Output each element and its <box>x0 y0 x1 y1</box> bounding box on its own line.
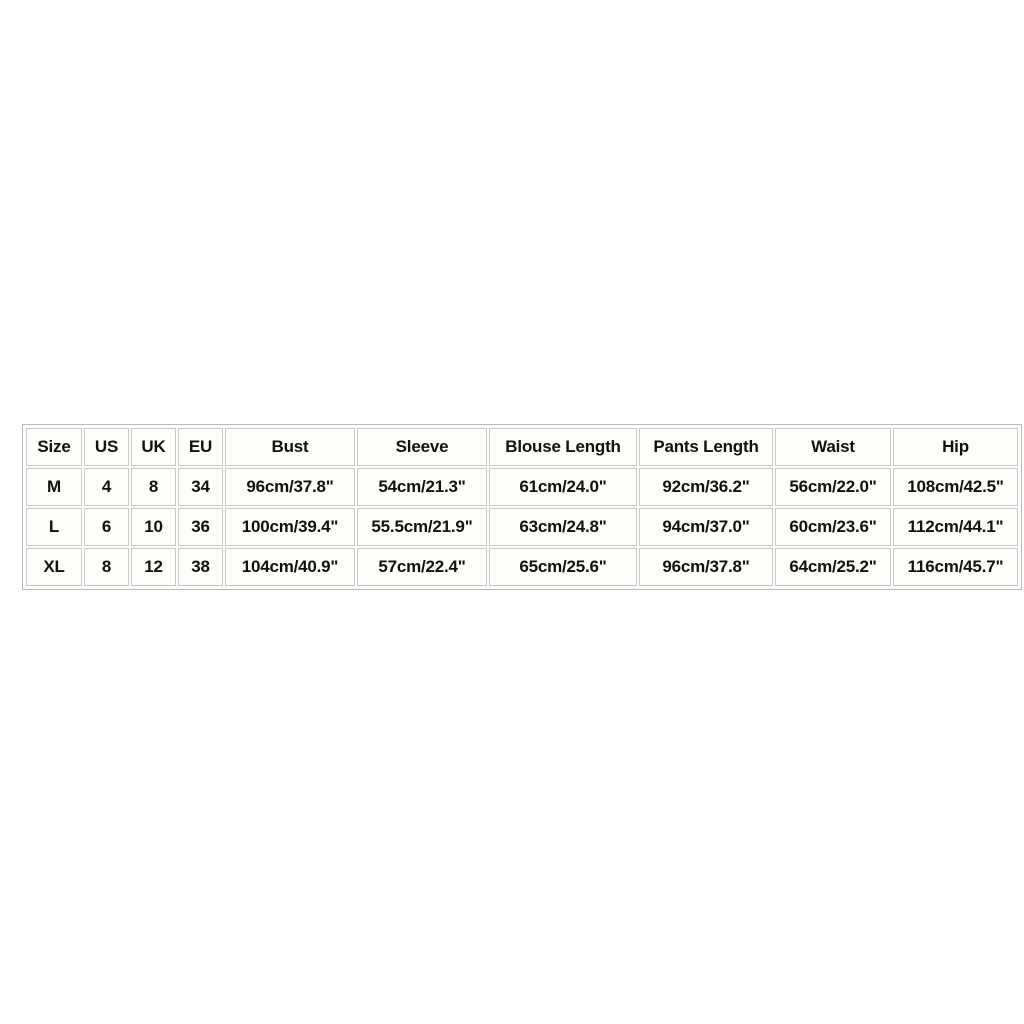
size-chart-table: Size US UK EU Bust Sleeve Blouse Length Pants L… <box>22 424 1022 590</box>
cell-size: XL <box>26 548 82 586</box>
cell-blouse_length: 65cm/25.6" <box>489 548 637 586</box>
table-row: L 6 10 36 100cm/39.4" 55.5cm/21.9" 63cm/24.8" 9… <box>26 508 1018 546</box>
column-header-sleeve: Sleeve <box>357 428 487 466</box>
cell-eu: 34 <box>178 468 223 506</box>
header-row: Size US UK EU Bust Sleeve Blouse Length Pants L… <box>26 428 1018 466</box>
column-header-blouse_length: Blouse Length <box>489 428 637 466</box>
column-header-hip: Hip <box>893 428 1018 466</box>
cell-uk: 8 <box>131 468 176 506</box>
cell-eu: 38 <box>178 548 223 586</box>
table-body: M 4 8 34 96cm/37.8" 54cm/21.3" 61cm/24.0" 92cm/… <box>26 468 1018 586</box>
cell-sleeve: 54cm/21.3" <box>357 468 487 506</box>
cell-pants_length: 94cm/37.0" <box>639 508 773 546</box>
cell-blouse_length: 61cm/24.0" <box>489 468 637 506</box>
cell-uk: 10 <box>131 508 176 546</box>
cell-bust: 100cm/39.4" <box>225 508 355 546</box>
cell-uk: 12 <box>131 548 176 586</box>
cell-sleeve: 57cm/22.4" <box>357 548 487 586</box>
cell-hip: 108cm/42.5" <box>893 468 1018 506</box>
column-header-uk: UK <box>131 428 176 466</box>
cell-us: 4 <box>84 468 129 506</box>
cell-eu: 36 <box>178 508 223 546</box>
cell-sleeve: 55.5cm/21.9" <box>357 508 487 546</box>
cell-us: 6 <box>84 508 129 546</box>
cell-pants_length: 92cm/36.2" <box>639 468 773 506</box>
column-header-us: US <box>84 428 129 466</box>
column-header-size: Size <box>26 428 82 466</box>
column-header-pants_length: Pants Length <box>639 428 773 466</box>
table-row: M 4 8 34 96cm/37.8" 54cm/21.3" 61cm/24.0" 92cm/… <box>26 468 1018 506</box>
cell-hip: 116cm/45.7" <box>893 548 1018 586</box>
table-header: Size US UK EU Bust Sleeve Blouse Length Pants L… <box>26 428 1018 466</box>
cell-size: L <box>26 508 82 546</box>
table-row: XL 8 12 38 104cm/40.9" 57cm/22.4" 65cm/25.6" 96… <box>26 548 1018 586</box>
column-header-eu: EU <box>178 428 223 466</box>
cell-pants_length: 96cm/37.8" <box>639 548 773 586</box>
cell-us: 8 <box>84 548 129 586</box>
cell-bust: 104cm/40.9" <box>225 548 355 586</box>
column-header-waist: Waist <box>775 428 891 466</box>
cell-waist: 64cm/25.2" <box>775 548 891 586</box>
cell-bust: 96cm/37.8" <box>225 468 355 506</box>
cell-hip: 112cm/44.1" <box>893 508 1018 546</box>
cell-waist: 60cm/23.6" <box>775 508 891 546</box>
cell-size: M <box>26 468 82 506</box>
size-chart-container: Size US UK EU Bust Sleeve Blouse Length Pants L… <box>22 424 1022 590</box>
cell-blouse_length: 63cm/24.8" <box>489 508 637 546</box>
column-header-bust: Bust <box>225 428 355 466</box>
cell-waist: 56cm/22.0" <box>775 468 891 506</box>
